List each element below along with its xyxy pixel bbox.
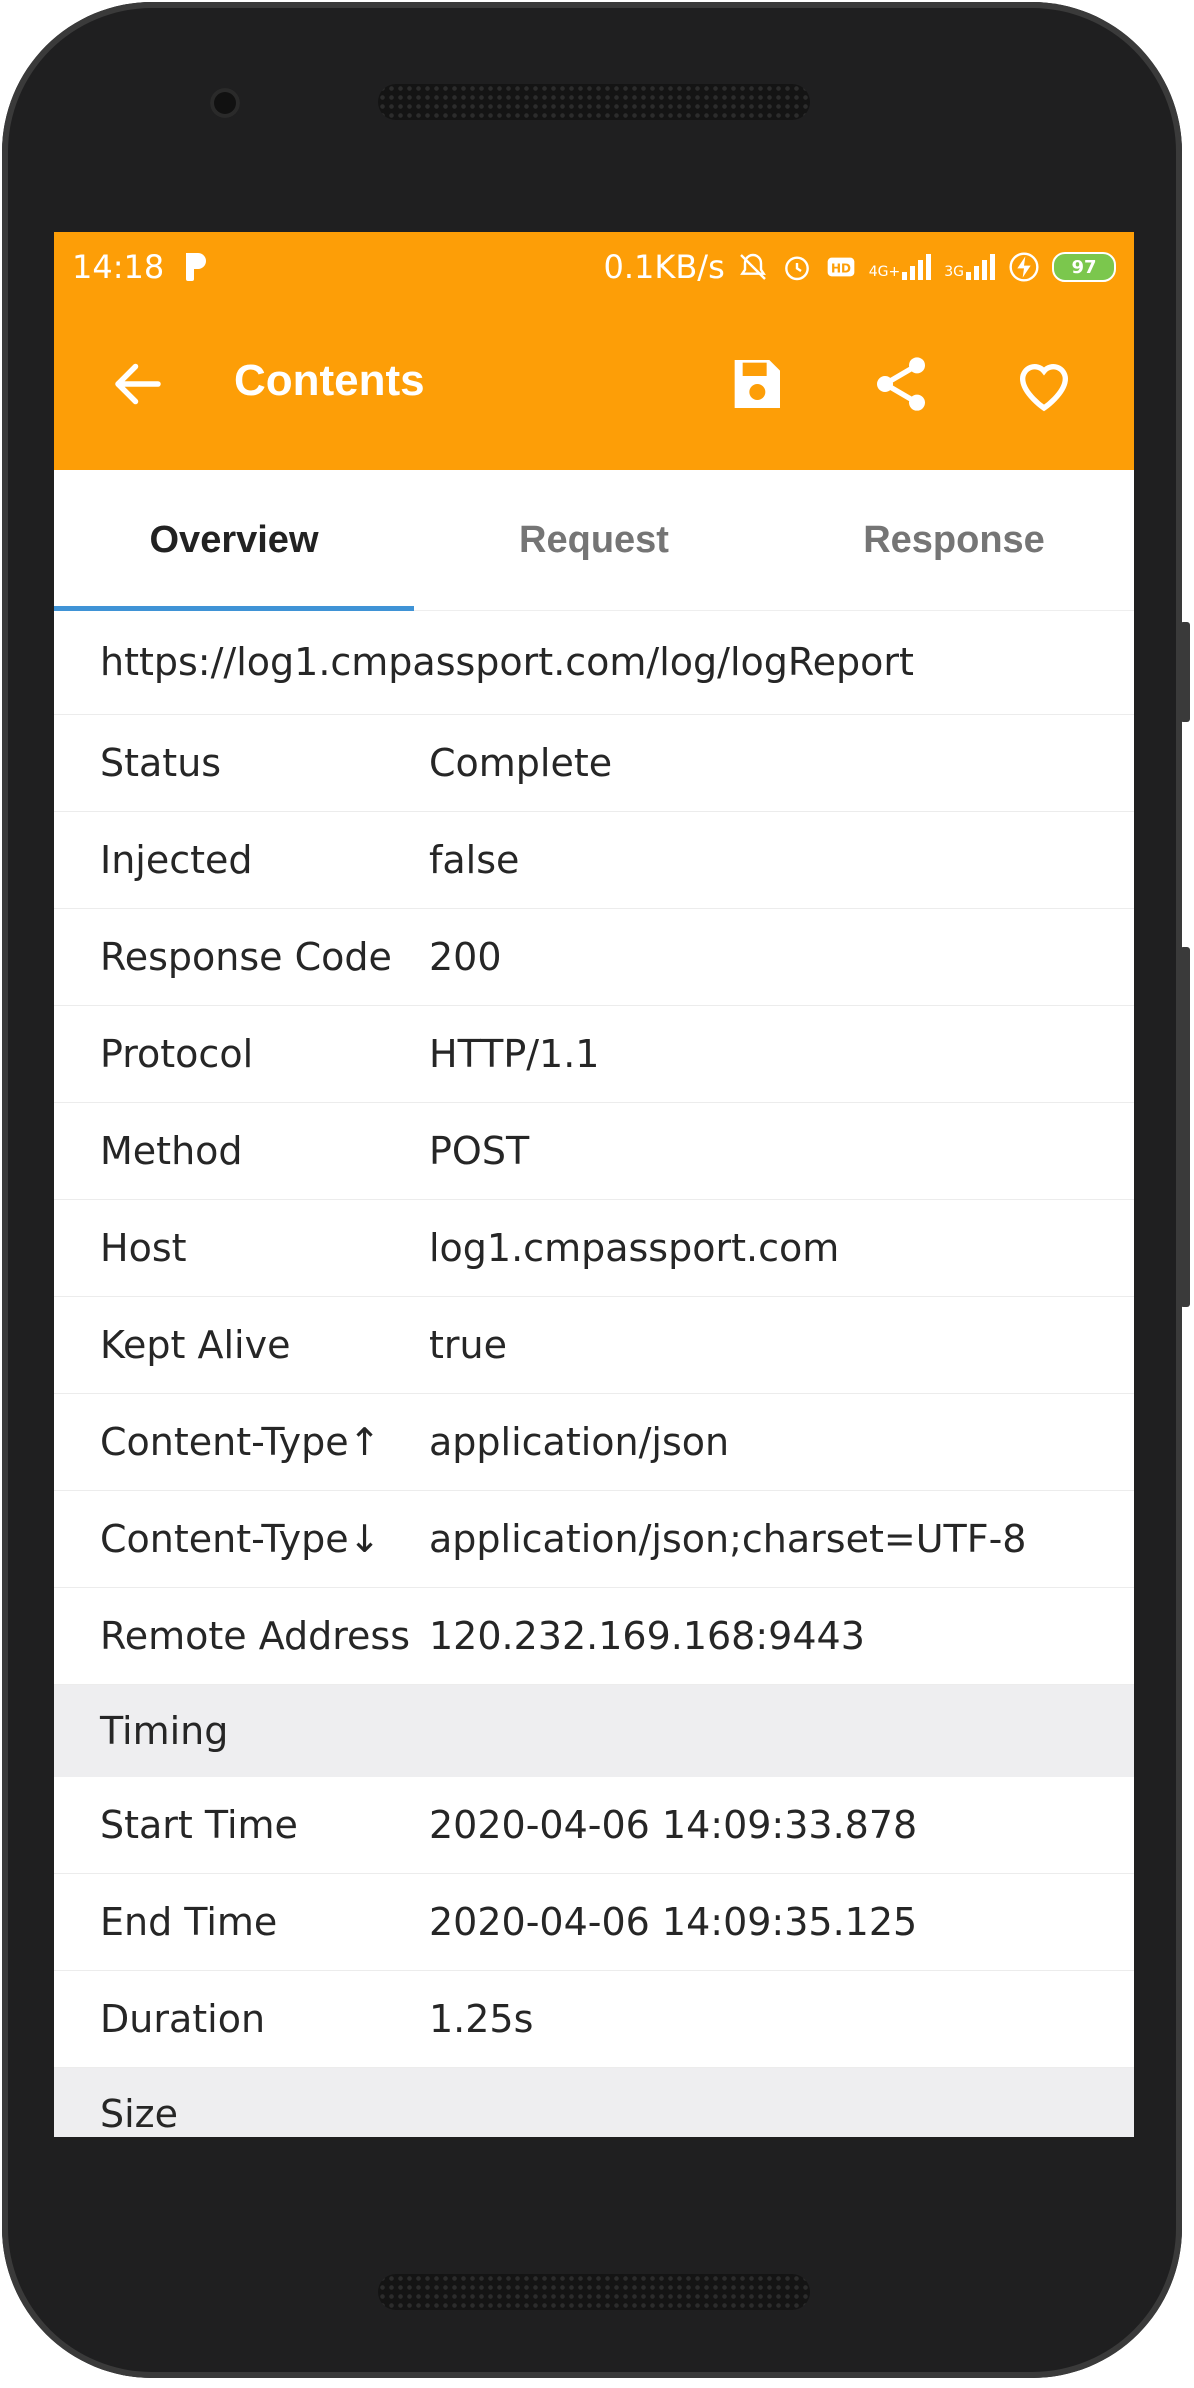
table-row: Response Code 200	[54, 909, 1134, 1006]
row-key: Host	[100, 1226, 187, 1270]
row-key: Response Code	[100, 935, 392, 979]
top-speaker	[378, 84, 810, 120]
row-value: POST	[429, 1129, 530, 1173]
status-icons: 0.1KB/s HD 4G+ 3G 97	[603, 248, 1116, 286]
row-key: Duration	[100, 1997, 266, 2041]
row-key: End Time	[100, 1900, 278, 1944]
battery-icon: 97	[1052, 252, 1116, 282]
row-value: 1.25s	[429, 1997, 534, 2041]
mute-bell-icon	[739, 253, 766, 280]
screen: 14:18 0.1KB/s HD 4G+ 3G 97 Contents Over…	[54, 232, 1134, 2137]
volume-button	[1180, 947, 1190, 1307]
bottom-speaker	[378, 2274, 810, 2310]
svg-text:HD: HD	[831, 261, 851, 275]
table-row: Start Time 2020-04-06 14:09:33.878	[54, 1777, 1134, 1874]
row-value: 2020-04-06 14:09:35.125	[429, 1900, 918, 1944]
hd-icon: HD	[827, 257, 855, 277]
overview-content: https://log1.cmpassport.com/log/logRepor…	[54, 610, 1134, 2137]
table-row: Protocol HTTP/1.1	[54, 1006, 1134, 1103]
section-header-timing: Timing	[54, 1685, 1134, 1777]
row-value: log1.cmpassport.com	[429, 1226, 840, 1270]
row-key: Method	[100, 1129, 243, 1173]
row-value: true	[429, 1323, 507, 1367]
row-value: 2020-04-06 14:09:33.878	[429, 1803, 918, 1847]
row-value: application/json;charset=UTF-8	[429, 1517, 1027, 1561]
tab-response[interactable]: Response	[774, 470, 1134, 610]
save-icon[interactable]	[724, 352, 788, 416]
row-key: Remote Address	[100, 1614, 411, 1658]
tab-request[interactable]: Request	[414, 470, 774, 610]
row-value: 200	[429, 935, 502, 979]
row-key: Content-Type↑	[100, 1420, 381, 1464]
table-row: Method POST	[54, 1103, 1134, 1200]
row-value: Complete	[429, 741, 613, 785]
table-row: Injected false	[54, 812, 1134, 909]
page-title: Contents	[234, 356, 425, 405]
table-row: End Time 2020-04-06 14:09:35.125	[54, 1874, 1134, 1971]
back-arrow-icon[interactable]	[108, 354, 168, 414]
row-key: Protocol	[100, 1032, 254, 1076]
signal-4g-label: 4G+	[868, 264, 901, 280]
status-time: 14:18	[72, 248, 165, 286]
tab-bar: Overview Request Response	[54, 470, 1134, 611]
power-button	[1180, 622, 1190, 722]
section-header-size: Size	[54, 2068, 1134, 2137]
tab-overview[interactable]: Overview	[54, 470, 414, 610]
parking-icon	[182, 251, 210, 283]
row-value: application/json	[429, 1420, 730, 1464]
alarm-icon	[784, 256, 809, 281]
status-bar: 14:18 0.1KB/s HD 4G+ 3G 97	[54, 232, 1134, 302]
network-speed: 0.1KB/s	[603, 248, 725, 286]
share-icon[interactable]	[869, 352, 933, 416]
row-key: Status	[100, 741, 222, 785]
row-value: false	[429, 838, 520, 882]
front-camera	[210, 88, 240, 118]
row-key: Injected	[100, 838, 253, 882]
signal-3g-label: 3G	[944, 264, 964, 280]
row-key: Kept Alive	[100, 1323, 291, 1367]
row-value: 120.232.169.168:9443	[429, 1614, 865, 1658]
table-row: Duration 1.25s	[54, 1971, 1134, 2068]
table-row: Kept Alive true	[54, 1297, 1134, 1394]
table-row: Status Complete	[54, 715, 1134, 812]
table-row: Host log1.cmpassport.com	[54, 1200, 1134, 1297]
table-row: Content-Type↓ application/json;charset=U…	[54, 1491, 1134, 1588]
table-row: Remote Address 120.232.169.168:9443	[54, 1588, 1134, 1685]
row-key: Start Time	[100, 1803, 298, 1847]
phone-frame: 14:18 0.1KB/s HD 4G+ 3G 97 Contents Over…	[2, 2, 1190, 2378]
app-bar: Contents	[54, 302, 1134, 470]
row-value: HTTP/1.1	[429, 1032, 600, 1076]
signal-3g-icon: 3G	[944, 254, 996, 280]
signal-4g-icon: 4G+	[869, 254, 933, 280]
row-key: Content-Type↓	[100, 1517, 381, 1561]
table-row: Content-Type↑ application/json	[54, 1394, 1134, 1491]
request-url: https://log1.cmpassport.com/log/logRepor…	[54, 610, 1134, 715]
charging-icon	[1009, 252, 1039, 282]
favorite-heart-icon[interactable]	[1012, 352, 1076, 416]
